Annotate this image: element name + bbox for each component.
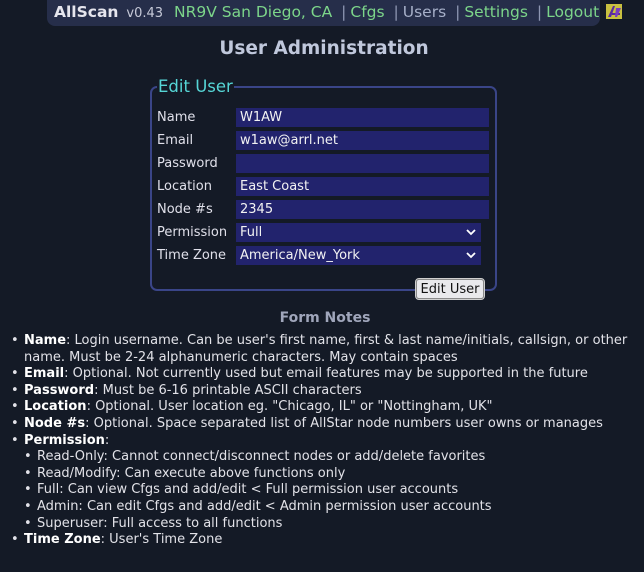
permission-level-readonly: • Read-Only: Cannot connect/disconnect no… — [24, 449, 486, 465]
nav-link-logout[interactable]: Logout — [546, 3, 599, 21]
password-row: Password — [157, 154, 489, 173]
nav-separator: | — [393, 3, 399, 21]
allstar-logo-icon[interactable] — [606, 4, 623, 19]
note-location: • Location: Optional. User location eg. "… — [11, 399, 493, 415]
password-input[interactable] — [236, 154, 489, 173]
app-name: AllScan — [54, 3, 119, 21]
note-password: • Password: Must be 6-16 printable ASCII … — [11, 382, 362, 398]
name-label: Name — [157, 110, 196, 125]
timezone-label: Time Zone — [157, 248, 227, 263]
email-row: Email w1aw@arrl.net — [157, 131, 489, 150]
top-nav-bar: AllScan v0.43 NR9V San Diego, CA | Cfgs |… — [47, 0, 623, 26]
note-name: • Name: Login username. Can be user's fir… — [11, 333, 628, 365]
chevron-down-icon — [466, 252, 476, 259]
note-permission: • Permission: — [11, 432, 110, 448]
permission-select-value: Full — [240, 225, 263, 240]
nodes-row: Node #s 2345 — [157, 200, 489, 219]
name-row: Name W1AW — [157, 108, 489, 127]
nav-separator: | — [341, 3, 347, 21]
form-notes-title: Form Notes — [279, 310, 371, 326]
edit-user-form: Edit User Name W1AW Email w1aw@arrl.net … — [150, 77, 497, 300]
form-legend: Edit User — [158, 77, 233, 96]
permission-level-superuser: • Superuser: Full access to all functions — [24, 515, 283, 531]
location-label: Location — [157, 179, 212, 194]
location-row: Location East Coast — [157, 177, 489, 196]
permission-row: Permission Full — [157, 223, 487, 242]
nav-link-users[interactable]: Users — [403, 3, 446, 21]
location-input[interactable]: East Coast — [236, 177, 489, 196]
email-label: Email — [157, 133, 194, 148]
nav-link-cfgs[interactable]: Cfgs — [350, 3, 384, 21]
callsign-location: NR9V San Diego, CA — [173, 3, 333, 21]
nav-separator: | — [455, 3, 461, 21]
email-input[interactable]: w1aw@arrl.net — [236, 131, 489, 150]
timezone-row: Time Zone America/New_York — [157, 246, 487, 265]
permission-level-full: • Full: Can view Cfgs and add/edit < Full… — [24, 482, 459, 498]
timezone-select[interactable]: America/New_York — [236, 246, 481, 265]
permission-level-readmodify: • Read/Modify: Can execute above function… — [24, 465, 346, 481]
chevron-down-icon — [466, 229, 476, 236]
note-email: • Email: Optional. Not currently used but… — [11, 366, 588, 382]
permission-select[interactable]: Full — [236, 223, 481, 242]
form-notes-list: • Name: Login username. Can be user's fir… — [11, 333, 641, 549]
password-label: Password — [157, 156, 218, 171]
app-version: v0.43 — [126, 6, 164, 21]
nodes-input[interactable]: 2345 — [236, 200, 489, 219]
note-nodes: • Node #s: Optional. Space separated list… — [11, 415, 603, 431]
permission-label: Permission — [157, 225, 228, 240]
note-timezone: • Time Zone: User's Time Zone — [11, 532, 223, 548]
permission-level-admin: • Admin: Can edit Cfgs and add/edit < Adm… — [24, 498, 492, 514]
nav-separator: | — [536, 3, 543, 21]
name-input[interactable]: W1AW — [236, 108, 489, 127]
edit-user-button[interactable]: Edit User — [415, 278, 485, 300]
nodes-label: Node #s — [157, 202, 213, 217]
page-title: User Administration — [219, 38, 429, 59]
nav-link-settings[interactable]: Settings — [464, 3, 528, 21]
timezone-select-value: America/New_York — [240, 248, 360, 263]
